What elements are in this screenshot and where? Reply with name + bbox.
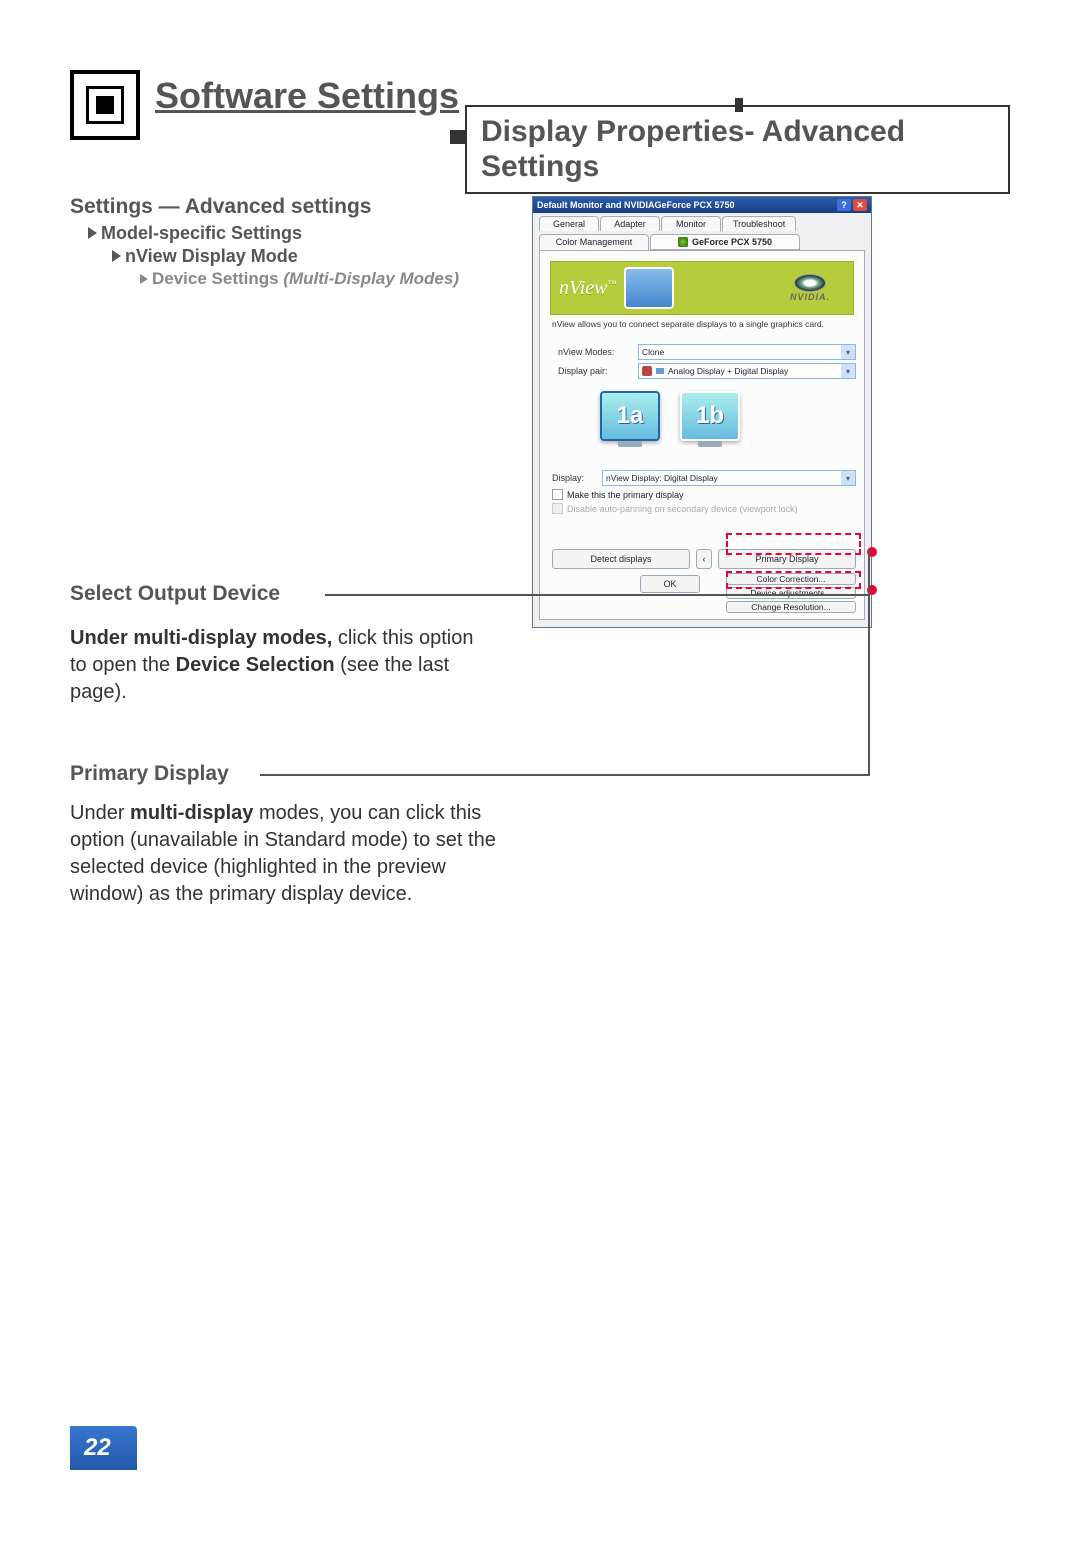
display-pair-select[interactable]: Analog Display + Digital Display ▾ <box>638 363 856 379</box>
detect-displays-button[interactable]: Detect displays <box>552 549 690 569</box>
tab-row-1: General Adapter Monitor Troubleshoot <box>533 213 871 231</box>
help-button[interactable]: ? <box>837 199 851 211</box>
tab-content-panel: nView™ NVIDIA. nView allows you to conne… <box>539 250 865 620</box>
tab-monitor[interactable]: Monitor <box>661 216 721 231</box>
nview-modes-label: nView Modes: <box>558 347 638 357</box>
lower-form: Display: nView Display: Digital Display … <box>552 467 856 517</box>
display-select[interactable]: nView Display: Digital Display ▾ <box>602 470 856 486</box>
page-number: 22 <box>70 1426 137 1470</box>
dropdown-icon: ▾ <box>841 345 855 359</box>
monitor-mini-icon <box>655 367 665 375</box>
dropdown-icon: ▾ <box>841 471 855 485</box>
nview-description: nView allows you to connect separate dis… <box>552 319 852 329</box>
dialog-title-text: Default Monitor and NVIDIAGeForce PCX 57… <box>537 200 735 210</box>
tab-color-management[interactable]: Color Management <box>539 234 649 250</box>
nview-logo-text: nView™ <box>559 277 616 300</box>
callout-select-output-body: Under multi-display modes, click this op… <box>70 625 490 706</box>
tab-adapter[interactable]: Adapter <box>600 216 660 231</box>
page-subtitle-box: Display Properties- Advanced Settings <box>465 105 1010 194</box>
nvidia-chip-icon <box>678 237 688 247</box>
color-correction-button[interactable]: Color Correction... <box>726 573 856 585</box>
callout-primary-display-body: Under multi-display modes, you can click… <box>70 800 500 908</box>
callout-line-vert <box>868 550 870 775</box>
form-area: nView Modes: Clone ▾ Display pair: Analo… <box>558 341 856 382</box>
dropdown-icon: ▾ <box>841 364 855 378</box>
ok-button[interactable]: OK <box>640 575 700 593</box>
display-preview: 1a 1b <box>600 391 740 441</box>
triangle-icon <box>88 227 97 239</box>
preview-monitor-1[interactable]: 1a <box>600 391 660 441</box>
chk-disable-row: Disable auto-panning on secondary device… <box>552 503 856 514</box>
button-row: Detect displays ‹ Primary Display <box>552 549 856 569</box>
expand-button[interactable]: ‹ <box>696 549 712 569</box>
tab-geforce[interactable]: GeForce PCX 5750 <box>650 234 800 250</box>
triangle-icon <box>112 250 121 262</box>
chk-primary-row[interactable]: Make this the primary display <box>552 489 856 500</box>
tab-row-2: Color Management GeForce PCX 5750 <box>533 231 871 250</box>
checkbox-icon[interactable] <box>552 489 563 500</box>
primary-display-button[interactable]: Primary Display <box>718 549 856 569</box>
display-pair-label: Display pair: <box>558 366 638 376</box>
breadcrumb-level-1: Settings — Advanced settings <box>70 195 459 219</box>
eye-icon <box>794 274 826 292</box>
nvidia-logo: NVIDIA. <box>775 274 845 302</box>
breadcrumb: Settings — Advanced settings Model-speci… <box>70 195 459 289</box>
change-resolution-button[interactable]: Change Resolution... <box>726 601 856 613</box>
page-title: Software Settings <box>155 75 459 117</box>
side-button-column: Color Correction... Device adjustments..… <box>726 573 856 613</box>
title-connector <box>450 130 465 144</box>
nview-banner: nView™ NVIDIA. <box>550 261 854 315</box>
nview-modes-select[interactable]: Clone ▾ <box>638 344 856 360</box>
checkbox-icon <box>552 503 563 514</box>
display-properties-dialog: Default Monitor and NVIDIAGeForce PCX 57… <box>532 196 872 628</box>
breadcrumb-level-3: nView Display Mode <box>112 246 459 267</box>
close-button[interactable]: ✕ <box>853 199 867 211</box>
monitor-icon <box>624 267 674 309</box>
preview-monitor-2[interactable]: 1b <box>680 391 740 441</box>
triangle-icon <box>140 274 148 284</box>
callout-line <box>260 774 870 776</box>
page-subtitle: Display Properties- Advanced Settings <box>481 115 994 184</box>
callout-primary-display-heading: Primary Display <box>70 762 229 786</box>
breadcrumb-level-2: Model-specific Settings <box>88 223 459 244</box>
ok-row: OK <box>640 575 700 593</box>
breadcrumb-level-4: Device Settings (Multi-Display Modes) <box>140 269 459 289</box>
palette-icon <box>642 366 652 376</box>
callout-select-output-heading: Select Output Device <box>70 582 280 606</box>
callout-line <box>325 594 870 596</box>
tab-general[interactable]: General <box>539 216 599 231</box>
dialog-titlebar: Default Monitor and NVIDIAGeForce PCX 57… <box>533 197 871 213</box>
display-label: Display: <box>552 473 602 483</box>
tab-troubleshoot[interactable]: Troubleshoot <box>722 216 796 231</box>
header-logo-icon <box>70 70 140 140</box>
device-adjustments-button[interactable]: Device adjustments... <box>726 587 856 599</box>
